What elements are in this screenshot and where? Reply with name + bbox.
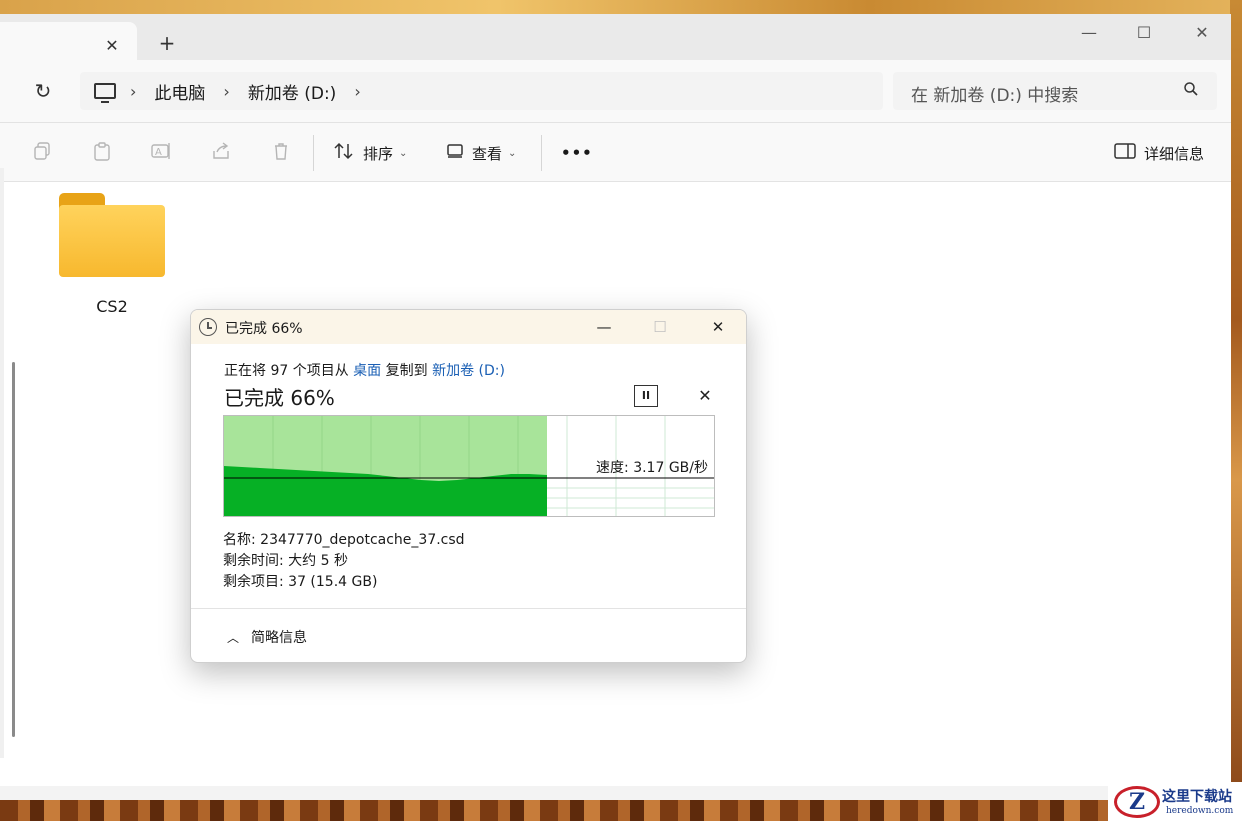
view-icon — [446, 143, 464, 164]
dialog-maximize-button: ☐ — [653, 318, 667, 336]
dialog-title-bar: 已完成 66% — ☐ ✕ — [191, 310, 746, 344]
time-remaining: 剩余时间: 大约 5 秒 — [223, 553, 348, 569]
clock-icon — [199, 318, 217, 336]
copy-icon[interactable] — [30, 141, 54, 165]
chevron-up-icon: ︿ — [227, 630, 240, 645]
refresh-icon[interactable]: ↻ — [30, 78, 56, 104]
fewer-details-label: 简略信息 — [251, 630, 308, 646]
current-file-name: 名称: 2347770_depotcache_37.csd — [223, 532, 465, 548]
chevron-down-icon: ⌄ — [399, 147, 408, 159]
search-input[interactable]: 在 新加卷 (D:) 中搜索 — [893, 72, 1217, 110]
dialog-title: 已完成 66% — [225, 321, 303, 337]
watermark-logo: Z — [1114, 786, 1160, 818]
paste-icon[interactable] — [90, 141, 114, 165]
delete-icon[interactable] — [269, 141, 293, 165]
view-button[interactable]: 查看 ⌄ — [446, 140, 516, 166]
toolbar-separator — [541, 135, 542, 171]
speed-label: 速度: 3.17 GB/秒 — [596, 460, 708, 476]
pause-button[interactable]: II — [634, 385, 658, 407]
breadcrumb-drive-d[interactable]: 新加卷 (D:) — [248, 79, 337, 104]
details-label: 详细信息 — [1144, 144, 1205, 163]
dialog-divider — [191, 608, 746, 609]
view-label: 查看 — [472, 144, 503, 163]
watermark-url: heredown.com — [1166, 806, 1234, 816]
chevron-right-icon[interactable]: › — [223, 82, 229, 101]
navigation-pane-edge — [0, 168, 4, 758]
site-watermark: Z 这里下载站 heredown.com — [1108, 782, 1242, 821]
fewer-details-button[interactable]: ︿ 简略信息 — [227, 627, 307, 647]
breadcrumb-this-pc[interactable]: 此电脑 — [154, 79, 205, 104]
copy-progress-dialog: 已完成 66% — ☐ ✕ 正在将 97 个项目从 桌面 复制到 新加卷 (D:… — [190, 309, 747, 663]
maximize-button[interactable]: ☐ — [1121, 18, 1167, 48]
copy-details: 名称: 2347770_depotcache_37.csd 剩余时间: 大约 5… — [223, 530, 465, 593]
dialog-close-button[interactable]: ✕ — [698, 314, 738, 340]
progress-heading: 已完成 66% — [224, 386, 335, 410]
minimize-button[interactable]: — — [1066, 18, 1112, 48]
copy-middle: 复制到 — [385, 363, 428, 379]
more-options-button[interactable]: ••• — [561, 140, 593, 166]
copy-description: 正在将 97 个项目从 桌面 复制到 新加卷 (D:) — [224, 360, 505, 380]
details-pane-icon — [1114, 142, 1136, 164]
chevron-right-icon[interactable]: › — [130, 82, 136, 101]
chevron-right-icon[interactable]: › — [354, 82, 360, 101]
search-placeholder: 在 新加卷 (D:) 中搜索 — [911, 86, 1079, 106]
navigation-bar: ↻ › 此电脑 › 新加卷 (D:) › 在 新加卷 (D:) 中搜索 — [0, 60, 1231, 122]
speed-graph: 速度: 3.17 GB/秒 — [223, 415, 715, 517]
desktop-wallpaper-bottom — [0, 800, 1242, 821]
folder-name-label[interactable]: CS2 — [80, 297, 144, 316]
address-bar[interactable]: › 此电脑 › 新加卷 (D:) › — [80, 72, 883, 110]
svg-text:A: A — [155, 147, 162, 158]
navigation-pane-scrollbar[interactable] — [12, 362, 15, 737]
destination-link[interactable]: 新加卷 (D:) — [432, 363, 505, 379]
desktop-wallpaper-top — [0, 0, 1242, 14]
computer-icon[interactable] — [94, 83, 116, 103]
toolbar-separator — [313, 135, 314, 171]
new-tab-button[interactable]: + — [154, 30, 180, 56]
dialog-minimize-button[interactable]: — — [584, 314, 624, 340]
rename-icon[interactable]: A — [149, 141, 173, 165]
share-icon[interactable] — [209, 141, 233, 165]
command-bar: A 排序 ⌄ 查看 ⌄ ••• 详细信息 — [0, 122, 1231, 182]
close-button[interactable]: ✕ — [1179, 18, 1225, 48]
copy-prefix: 正在将 97 个项目从 — [224, 363, 349, 379]
sort-icon — [333, 142, 355, 165]
tab-close-icon[interactable]: ✕ — [100, 34, 124, 58]
watermark-text: 这里下载站 — [1162, 789, 1232, 805]
details-pane-button[interactable]: 详细信息 — [1114, 140, 1204, 166]
folder-icon[interactable] — [59, 193, 165, 277]
explorer-tab[interactable]: ✕ — [0, 22, 137, 60]
sort-label: 排序 — [363, 144, 394, 163]
title-bar: ✕ + — ☐ ✕ — [0, 14, 1231, 60]
cancel-copy-button[interactable]: ✕ — [694, 385, 716, 407]
source-link[interactable]: 桌面 — [353, 363, 381, 379]
desktop-wallpaper-right — [1230, 0, 1242, 800]
sort-button[interactable]: 排序 ⌄ — [333, 140, 407, 166]
chevron-down-icon: ⌄ — [508, 147, 517, 159]
search-icon[interactable] — [1183, 81, 1201, 99]
items-remaining: 剩余项目: 37 (15.4 GB) — [223, 574, 378, 590]
